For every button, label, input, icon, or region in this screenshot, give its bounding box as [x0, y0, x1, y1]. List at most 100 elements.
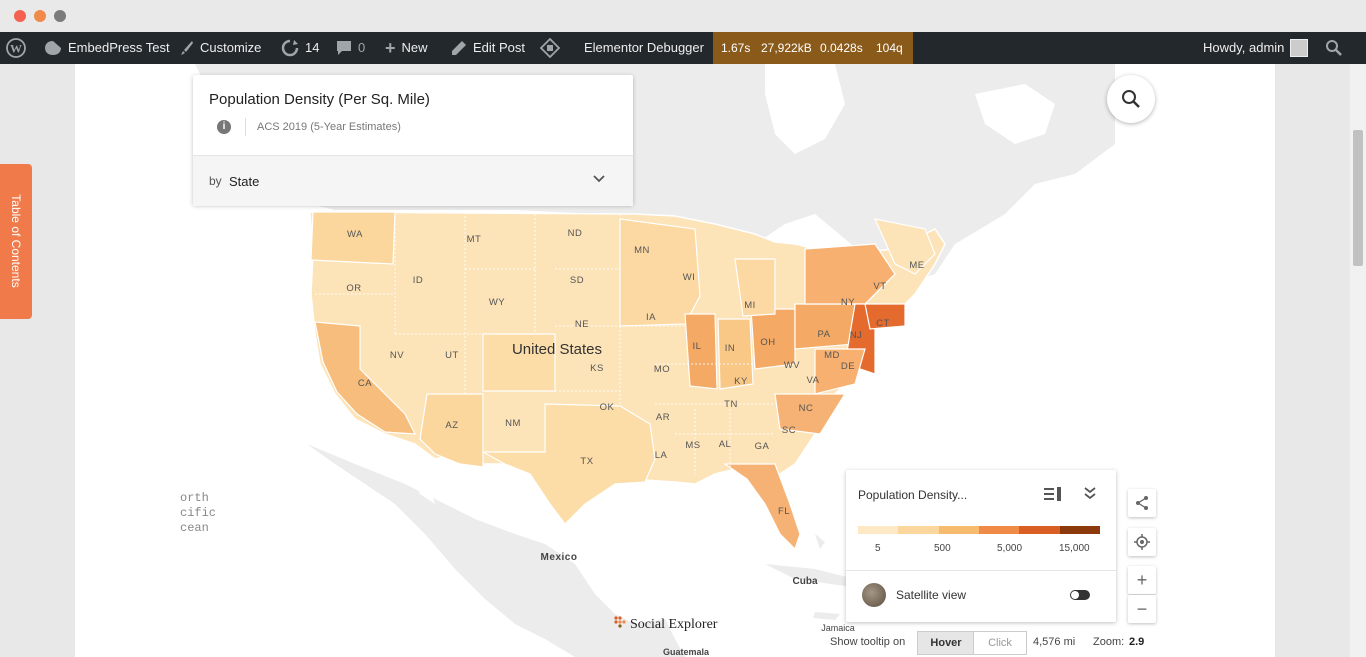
legend-title: Population Density... [858, 488, 968, 502]
state-label-ky: KY [734, 376, 748, 387]
legend-swatch-0 [858, 526, 899, 534]
scrollbar-thumb[interactable] [1353, 130, 1363, 266]
edit-post-label: Edit Post [473, 40, 526, 55]
state-label-wi: WI [683, 272, 696, 283]
zoom-in-button[interactable]: + [1128, 566, 1156, 594]
user-menu[interactable]: Howdy, admin [1203, 32, 1309, 64]
share-button[interactable] [1128, 489, 1156, 517]
close-window-button[interactable] [14, 10, 26, 22]
social-explorer-logo: Social Explorer [614, 616, 718, 632]
hover-label: Hover [930, 637, 962, 649]
state-label-ks: KS [590, 363, 604, 374]
zoom-label: Zoom: [1093, 636, 1125, 648]
state-label-al: AL [719, 439, 732, 450]
country-label-cuba: Cuba [793, 576, 818, 587]
legend-color-bar [858, 526, 1100, 534]
new-content-link[interactable]: + New [385, 32, 428, 64]
comment-icon [337, 41, 351, 55]
variable-selector[interactable]: by State [193, 155, 633, 206]
pencil-icon [452, 41, 466, 55]
click-label: Click [988, 637, 1012, 649]
zoom-out-button[interactable]: − [1128, 595, 1156, 623]
state-label-tx: TX [580, 456, 593, 467]
state-label-vt: VT [873, 281, 886, 292]
state-label-wy: WY [489, 297, 505, 308]
brand-label: Social Explorer [630, 617, 718, 632]
satellite-thumbnail [862, 583, 886, 607]
avatar [1290, 39, 1309, 57]
state-label-in: IN [725, 343, 736, 354]
legend-tick-15000: 15,000 [1059, 543, 1090, 554]
state-pa[interactable] [794, 303, 856, 350]
state-label-ny: NY [841, 297, 855, 308]
zoom-in-icon: + [1136, 569, 1148, 590]
state-label-nm: NM [505, 418, 521, 429]
info-icon[interactable]: i [217, 120, 231, 134]
chevron-down-icon[interactable] [593, 174, 605, 184]
search-icon [1122, 90, 1140, 108]
click-mode-button[interactable]: Click [973, 631, 1027, 655]
scale-readout: 4,576 mi [1033, 636, 1076, 648]
state-label-ca: CA [358, 378, 372, 389]
zoom-value: 2.9 [1129, 636, 1145, 648]
site-name-link[interactable]: EmbedPress Test [44, 32, 170, 64]
state-label-pa: PA [818, 329, 831, 340]
legend-list-icon[interactable] [1044, 487, 1062, 501]
state-label-oh: OH [760, 337, 775, 348]
stat-memory: 27,922kB [761, 41, 812, 55]
debugger-label: Elementor Debugger [584, 40, 704, 55]
minimize-window-button[interactable] [34, 10, 46, 22]
ocean-label-2: cific [180, 506, 216, 520]
table-of-contents-tab[interactable]: Table of Contents [0, 164, 32, 319]
state-label-nv: NV [390, 350, 404, 361]
state-label-ms: MS [685, 440, 700, 451]
satellite-label: Satellite view [896, 588, 967, 602]
state-label-mn: MN [634, 245, 650, 256]
state-label-nj: NJ [850, 330, 863, 341]
collapse-icon[interactable] [1084, 486, 1096, 500]
search-icon [1326, 40, 1342, 56]
maximize-window-button[interactable] [54, 10, 66, 22]
legend-panel: Population Density... 5 500 5,000 15,000… [846, 470, 1116, 622]
state-label-sc: SC [782, 425, 796, 436]
admin-search-button[interactable] [1325, 32, 1343, 64]
page-scrollbar[interactable] [1350, 64, 1366, 657]
divider [245, 118, 246, 136]
howdy-label: Howdy, admin [1203, 40, 1285, 55]
state-label-il: IL [693, 341, 702, 352]
admin-bar: W EmbedPress Test Customize 14 0 + New E… [0, 32, 1366, 64]
legend-divider [846, 570, 1116, 571]
refresh-icon [281, 39, 299, 57]
zoom-out-icon: − [1136, 598, 1148, 619]
state-label-fl: FL [778, 506, 790, 517]
state-label-ar: AR [656, 412, 670, 423]
locate-button[interactable] [1128, 528, 1156, 556]
comments-link[interactable]: 0 [336, 32, 365, 64]
wordpress-menu[interactable]: W [6, 32, 26, 64]
legend-tick-5: 5 [875, 543, 881, 554]
by-value: State [229, 174, 260, 189]
state-label-id: ID [413, 275, 424, 286]
state-label-wv: WV [784, 360, 800, 371]
hover-mode-button[interactable]: Hover [917, 631, 975, 655]
browser-chrome [0, 0, 1366, 33]
updates-link[interactable]: 14 [281, 32, 319, 64]
state-label-mt: MT [467, 234, 482, 245]
query-monitor-stats[interactable]: 1.67s 27,922kB 0.0428s 104q [713, 32, 913, 64]
share-icon [1136, 496, 1148, 510]
svg-text:W: W [10, 42, 22, 56]
state-label-ok: OK [600, 402, 615, 413]
state-label-me: ME [909, 260, 924, 271]
elementor-debugger-link[interactable]: Elementor Debugger [540, 32, 704, 64]
state-label-ne: NE [575, 319, 589, 330]
customize-link[interactable]: Customize [178, 32, 261, 64]
state-label-tn: TN [724, 399, 738, 410]
state-label-nc: NC [799, 403, 814, 414]
country-label-us: United States [512, 341, 602, 358]
satellite-toggle[interactable] [1070, 590, 1090, 600]
state-label-de: DE [841, 361, 855, 372]
edit-post-link[interactable]: Edit Post [451, 32, 525, 64]
state-label-az: AZ [445, 420, 458, 431]
map-search-button[interactable] [1107, 75, 1155, 123]
state-label-ga: GA [755, 441, 770, 452]
